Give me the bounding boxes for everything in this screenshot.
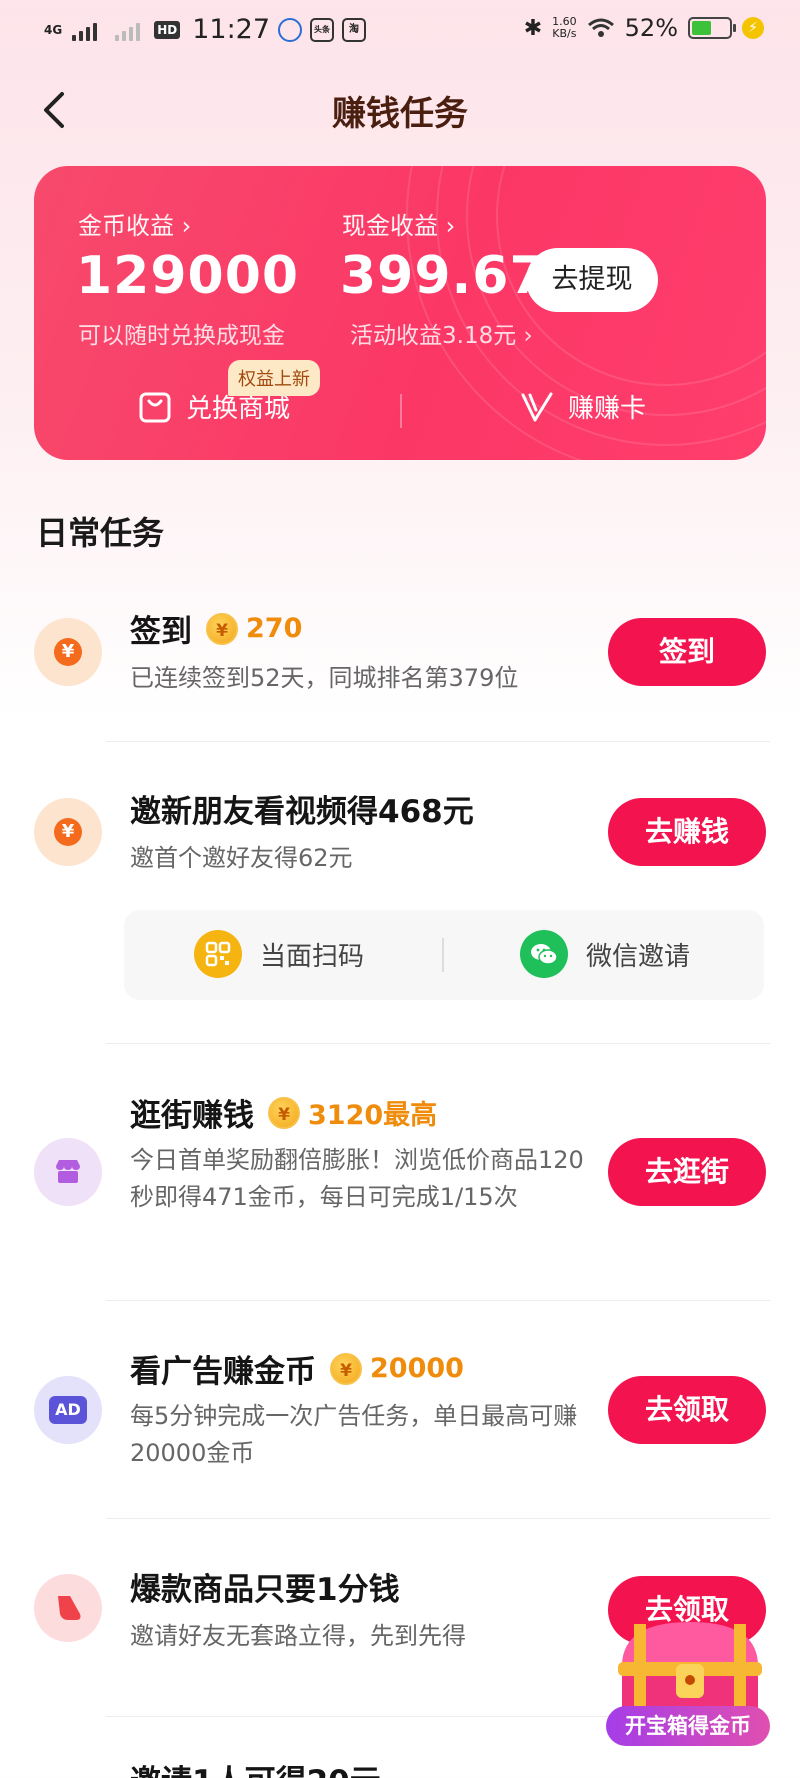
invite-earn-button[interactable]: 去赚钱 xyxy=(608,798,766,866)
coin-earnings-amount: 129000 xyxy=(76,246,300,306)
coin-task-icon: ¥ xyxy=(34,618,102,686)
invite-options: 当面扫码 微信邀请 xyxy=(124,910,764,1000)
task-title: 邀新朋友看视频得468元 xyxy=(130,794,474,830)
watch-ad-button[interactable]: 去领取 xyxy=(608,1376,766,1444)
app-notification-icon xyxy=(278,17,303,42)
wifi-icon xyxy=(587,18,614,37)
wechat-invite-option[interactable]: 微信邀请 xyxy=(520,930,690,978)
clock: 11:27 xyxy=(192,14,271,45)
checkin-button[interactable]: 签到 xyxy=(608,618,766,686)
task-title: 签到 ¥ 270 xyxy=(130,606,302,651)
cash-earnings-label[interactable]: 现金收益 › xyxy=(342,206,455,241)
charging-icon: ⚡ xyxy=(742,17,764,39)
cell-signal-2-icon xyxy=(115,19,141,41)
task-reward: 20000 xyxy=(370,1353,464,1384)
cash-earnings-amount: 399.67 xyxy=(340,246,547,306)
cell-signal-icon xyxy=(72,19,98,41)
task-title-text: 逛街赚钱 xyxy=(130,1098,254,1134)
wechat-invite-label: 微信邀请 xyxy=(586,941,691,972)
coin-earnings-label[interactable]: 金币收益 › xyxy=(78,206,191,241)
net-speed: 1.60 KB/s xyxy=(552,16,577,40)
treasure-chest-icon[interactable] xyxy=(604,1604,776,1778)
store-icon xyxy=(56,1160,80,1183)
ad-icon: AD xyxy=(49,1396,87,1424)
v-card-icon xyxy=(521,392,553,421)
bluetooth-icon: ✱ xyxy=(523,15,543,41)
go-shopping-button[interactable]: 去逛街 xyxy=(608,1138,766,1206)
open-treasure-label[interactable]: 开宝箱得金币 xyxy=(606,1706,770,1746)
battery-icon xyxy=(688,17,736,39)
task-reward: 270 xyxy=(246,613,303,644)
withdraw-button[interactable]: 去提现 xyxy=(526,248,658,312)
task-title: 看广告赚金币 ¥ 20000 xyxy=(130,1346,464,1391)
coin-icon: ¥ xyxy=(268,1096,300,1129)
task-reward: 3120最高 xyxy=(308,1100,438,1131)
qr-code-icon xyxy=(194,930,242,978)
network-label: 4G xyxy=(44,22,63,37)
task-title: 邀请1人可得20元 xyxy=(130,1756,381,1778)
taobao-icon: 淘 xyxy=(342,17,367,42)
task-title-text: 看广告赚金币 xyxy=(130,1354,316,1390)
coin-earnings-sub: 可以随时兑换成现金 xyxy=(78,323,285,349)
coin-icon: ¥ xyxy=(330,1352,362,1385)
tag-icon xyxy=(58,1596,81,1620)
scan-qr-label: 当面扫码 xyxy=(260,941,365,972)
deal-task-icon xyxy=(34,1574,102,1642)
task-desc: 已连续签到52天，同城排名第379位 xyxy=(130,664,519,692)
battery-percent: 52% xyxy=(624,14,678,42)
shopping-bag-icon xyxy=(139,392,171,422)
task-desc: 今日首单奖励翻倍膨胀！浏览低价商品120秒即得471金币，每日可完成1/15次 xyxy=(130,1146,584,1211)
yen-icon: ¥ xyxy=(54,638,82,666)
task-desc: 每5分钟完成一次广告任务，单日最高可赚20000金币 xyxy=(130,1402,578,1467)
page-title: 赚钱任务 xyxy=(332,94,468,134)
section-title: 日常任务 xyxy=(36,514,165,552)
scan-qr-option[interactable]: 当面扫码 xyxy=(194,930,364,978)
activity-earnings-link[interactable]: 活动收益3.18元 › xyxy=(350,316,533,350)
earn-card-link[interactable]: 赚赚卡 xyxy=(520,388,646,425)
task-desc: 邀首个邀好友得62元 xyxy=(130,844,353,872)
wechat-icon xyxy=(520,930,568,978)
task-desc: 邀请好友无套路立得，先到先得 xyxy=(130,1622,466,1650)
status-bar: 4G HD 11:27 头条 淘 ✱ 1.60 KB/s 52% ⚡ xyxy=(0,0,800,64)
yen-icon: ¥ xyxy=(54,818,82,846)
earnings-card: 金币收益 › 129000 可以随时兑换成现金 现金收益 › 399.67 活动… xyxy=(34,166,766,460)
task-title-text: 签到 xyxy=(130,614,192,650)
new-benefits-badge: 权益上新 xyxy=(228,360,320,396)
hd-icon: HD xyxy=(154,20,181,39)
ad-task-icon: AD xyxy=(34,1376,102,1444)
coin-task-icon: ¥ xyxy=(34,798,102,866)
speed-unit: KB/s xyxy=(552,27,577,40)
coin-icon: ¥ xyxy=(206,612,238,645)
task-title: 爆款商品只要1分钱 xyxy=(130,1572,400,1608)
earn-card-label: 赚赚卡 xyxy=(568,394,647,424)
task-title: 逛街赚钱 ¥ 3120最高 xyxy=(130,1090,437,1135)
shop-task-icon xyxy=(34,1138,102,1206)
toutiao-icon: 头条 xyxy=(310,17,335,42)
